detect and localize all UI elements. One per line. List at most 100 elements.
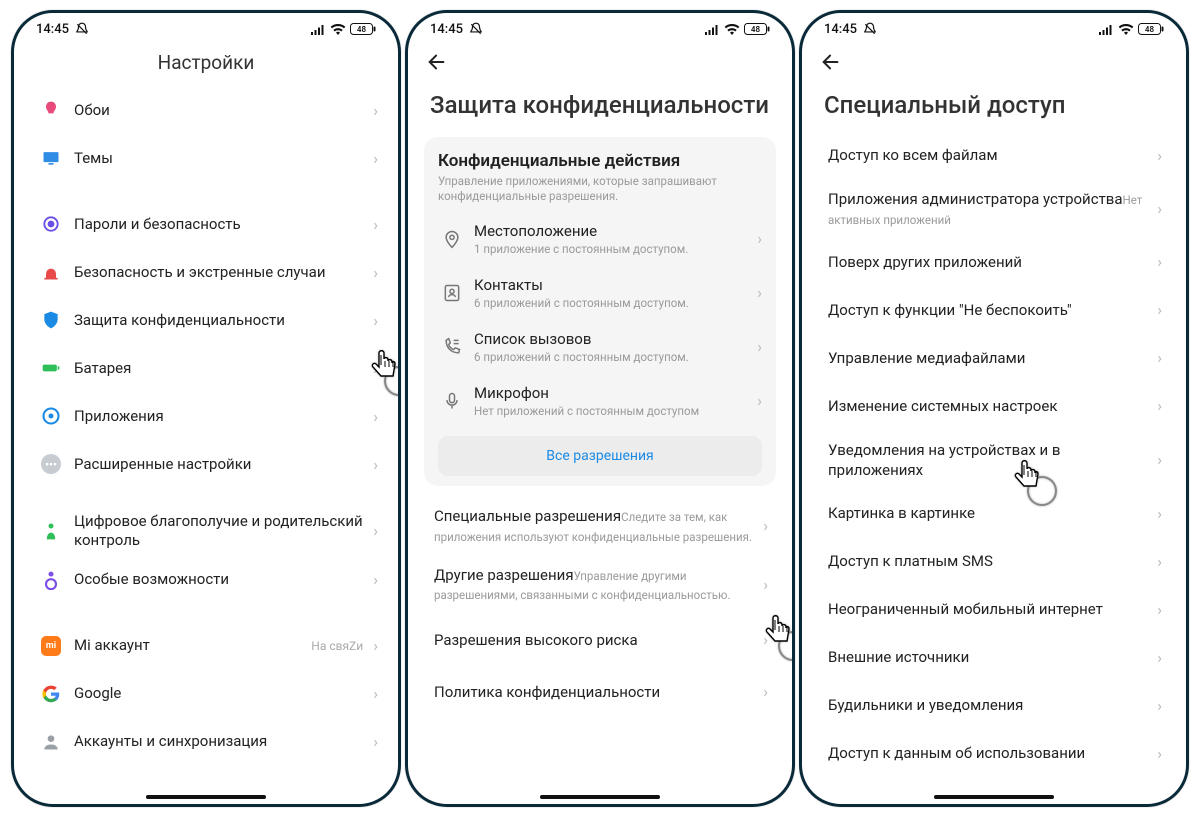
special-access-row[interactable]: Уведомления на устройствах и в приложени… <box>812 430 1176 490</box>
row-privacy[interactable]: Защита конфиденциальности › <box>24 296 388 344</box>
calllog-icon <box>442 337 462 357</box>
row-advanced[interactable]: ••• Расширенные настройки › <box>24 440 388 488</box>
arrow-left-icon <box>820 51 842 73</box>
row-sync[interactable]: Аккаунты и синхронизация › <box>24 718 388 766</box>
row-high-risk[interactable]: Разрешения высокого риска › <box>418 613 782 665</box>
special-access-row[interactable]: Внешние источники› <box>812 633 1176 681</box>
row-label: Особые возможности <box>74 570 367 589</box>
chevron-right-icon: › <box>367 359 378 378</box>
themes-icon <box>41 148 61 168</box>
row-other-perms[interactable]: Другие разрешенияУправление другими разр… <box>418 555 782 614</box>
row-special-perms[interactable]: Специальные разрешенияСледите за тем, ка… <box>418 496 782 555</box>
home-indicator[interactable] <box>146 795 266 799</box>
card-title: Конфиденциальные действия <box>438 151 762 171</box>
all-permissions-button[interactable]: Все разрешения <box>438 436 762 476</box>
card-subtitle: Управление приложениями, которые запраши… <box>438 174 762 204</box>
special-access-row[interactable]: Доступ к функции "Не беспокоить"› <box>812 286 1176 334</box>
status-time: 14:45 <box>824 22 857 37</box>
chevron-right-icon: › <box>367 215 378 234</box>
sync-icon <box>41 732 61 752</box>
back-button[interactable] <box>802 41 1186 77</box>
row-label: Доступ к платным SMS <box>828 552 993 570</box>
privacy-content: Конфиденциальные действия Управление при… <box>408 131 792 804</box>
row-label: Темы <box>74 149 367 168</box>
perm-location[interactable]: Местоположение1 приложение с постоянным … <box>438 212 762 266</box>
privacy-icon <box>41 310 61 330</box>
row-wellbeing[interactable]: Цифровое благополучие и родительский кон… <box>24 506 388 556</box>
back-button[interactable] <box>408 41 792 77</box>
row-security[interactable]: Пароли и безопасность › <box>24 200 388 248</box>
special-access-row[interactable]: Будильники и уведомления › <box>812 681 1176 729</box>
row-label: Безопасность и экстренные случаи <box>74 263 367 282</box>
perm-contacts[interactable]: Контакты6 приложений с постоянным доступ… <box>438 266 762 320</box>
row-label: Mi аккаунт <box>74 636 311 655</box>
battery-icon: 48 <box>1138 23 1164 35</box>
chevron-right-icon: › <box>1157 504 1162 523</box>
chevron-right-icon: › <box>367 263 378 282</box>
settings-list: Обои › Темы › Пароли и безопасность › Бе… <box>14 86 398 804</box>
row-wallpaper[interactable]: Обои › <box>24 86 388 134</box>
svg-text:48: 48 <box>751 25 761 34</box>
row-accessibility[interactable]: Особые возможности › <box>24 556 388 604</box>
chevron-right-icon: › <box>763 682 768 701</box>
home-indicator[interactable] <box>934 795 1054 799</box>
chevron-right-icon: › <box>1157 199 1162 218</box>
chevron-right-icon: › <box>751 391 762 410</box>
chevron-right-icon: › <box>1157 146 1162 165</box>
signal-icon <box>705 24 720 35</box>
phone-special-access: 14:45 48 Специальный доступ Доступ ко вс… <box>799 10 1189 807</box>
row-mi-account[interactable]: mi Mi аккаунт На свяZи › <box>24 622 388 670</box>
row-label: Цифровое благополучие и родительский кон… <box>74 512 367 550</box>
wifi-icon <box>1118 23 1134 35</box>
emergency-icon <box>41 262 61 282</box>
special-access-row[interactable]: Поверх других приложений › <box>812 238 1176 286</box>
home-indicator[interactable] <box>540 795 660 799</box>
chevron-right-icon: › <box>367 521 378 540</box>
row-label: Уведомления на устройствах и в приложени… <box>828 441 1061 479</box>
chevron-right-icon: › <box>1157 696 1162 715</box>
row-label: Батарея <box>74 359 367 378</box>
special-access-row[interactable]: Приложения администратора устройстваНет … <box>812 179 1176 238</box>
chevron-right-icon: › <box>367 732 378 751</box>
perm-mic[interactable]: МикрофонНет приложений с постоянным дост… <box>438 374 762 428</box>
signal-icon <box>311 24 326 35</box>
perm-calllog[interactable]: Список вызовов6 приложений с постоянным … <box>438 320 762 374</box>
row-label: Обои <box>74 101 367 120</box>
special-access-row[interactable]: Управление медиафайлами› <box>812 334 1176 382</box>
dnd-icon <box>75 22 89 36</box>
battery-settings-icon <box>41 358 61 378</box>
row-label: Поверх других приложений <box>828 253 1022 271</box>
row-label: Специальные разрешения <box>434 507 621 525</box>
special-access-row[interactable]: Доступ ко всем файлам› <box>812 131 1176 179</box>
special-access-row[interactable]: Доступ к данным об использовании› <box>812 729 1176 777</box>
chevron-right-icon: › <box>1157 252 1162 271</box>
special-access-row[interactable]: Доступ к платным SMS› <box>812 537 1176 585</box>
wifi-icon <box>330 23 346 35</box>
dnd-icon <box>469 22 483 36</box>
row-label: Приложения <box>74 407 367 426</box>
row-sub: 6 приложений с постоянным доступом. <box>474 296 751 310</box>
status-time: 14:45 <box>430 22 463 37</box>
row-google[interactable]: Google › <box>24 670 388 718</box>
row-emergency[interactable]: Безопасность и экстренные случаи › <box>24 248 388 296</box>
chevron-right-icon: › <box>751 337 762 356</box>
location-icon <box>442 229 462 249</box>
row-privacy-policy[interactable]: Политика конфиденциальности › <box>418 665 782 717</box>
row-sub: Нет приложений с постоянным доступом <box>474 404 751 418</box>
row-apps[interactable]: Приложения › <box>24 392 388 440</box>
row-label: Защита конфиденциальности <box>74 311 367 330</box>
row-label: Разрешения высокого риска <box>434 631 638 649</box>
row-label: Аккаунты и синхронизация <box>74 732 367 751</box>
status-bar: 14:45 48 <box>14 13 398 41</box>
special-access-row[interactable]: Неограниченный мобильный интернет› <box>812 585 1176 633</box>
row-label: Приложения администратора устройства <box>828 190 1123 208</box>
battery-icon: 48 <box>744 23 770 35</box>
special-access-row[interactable]: Изменение системных настроек› <box>812 382 1176 430</box>
row-themes[interactable]: Темы › <box>24 134 388 182</box>
row-label: Будильники и уведомления <box>828 696 1023 714</box>
svg-text:48: 48 <box>357 25 367 34</box>
special-access-row[interactable]: Картинка в картинке › <box>812 489 1176 537</box>
row-battery[interactable]: Батарея › <box>24 344 388 392</box>
row-label: Картинка в картинке <box>828 504 975 522</box>
phone-privacy: 14:45 48 Защита конфиденциальности Конфи… <box>405 10 795 807</box>
